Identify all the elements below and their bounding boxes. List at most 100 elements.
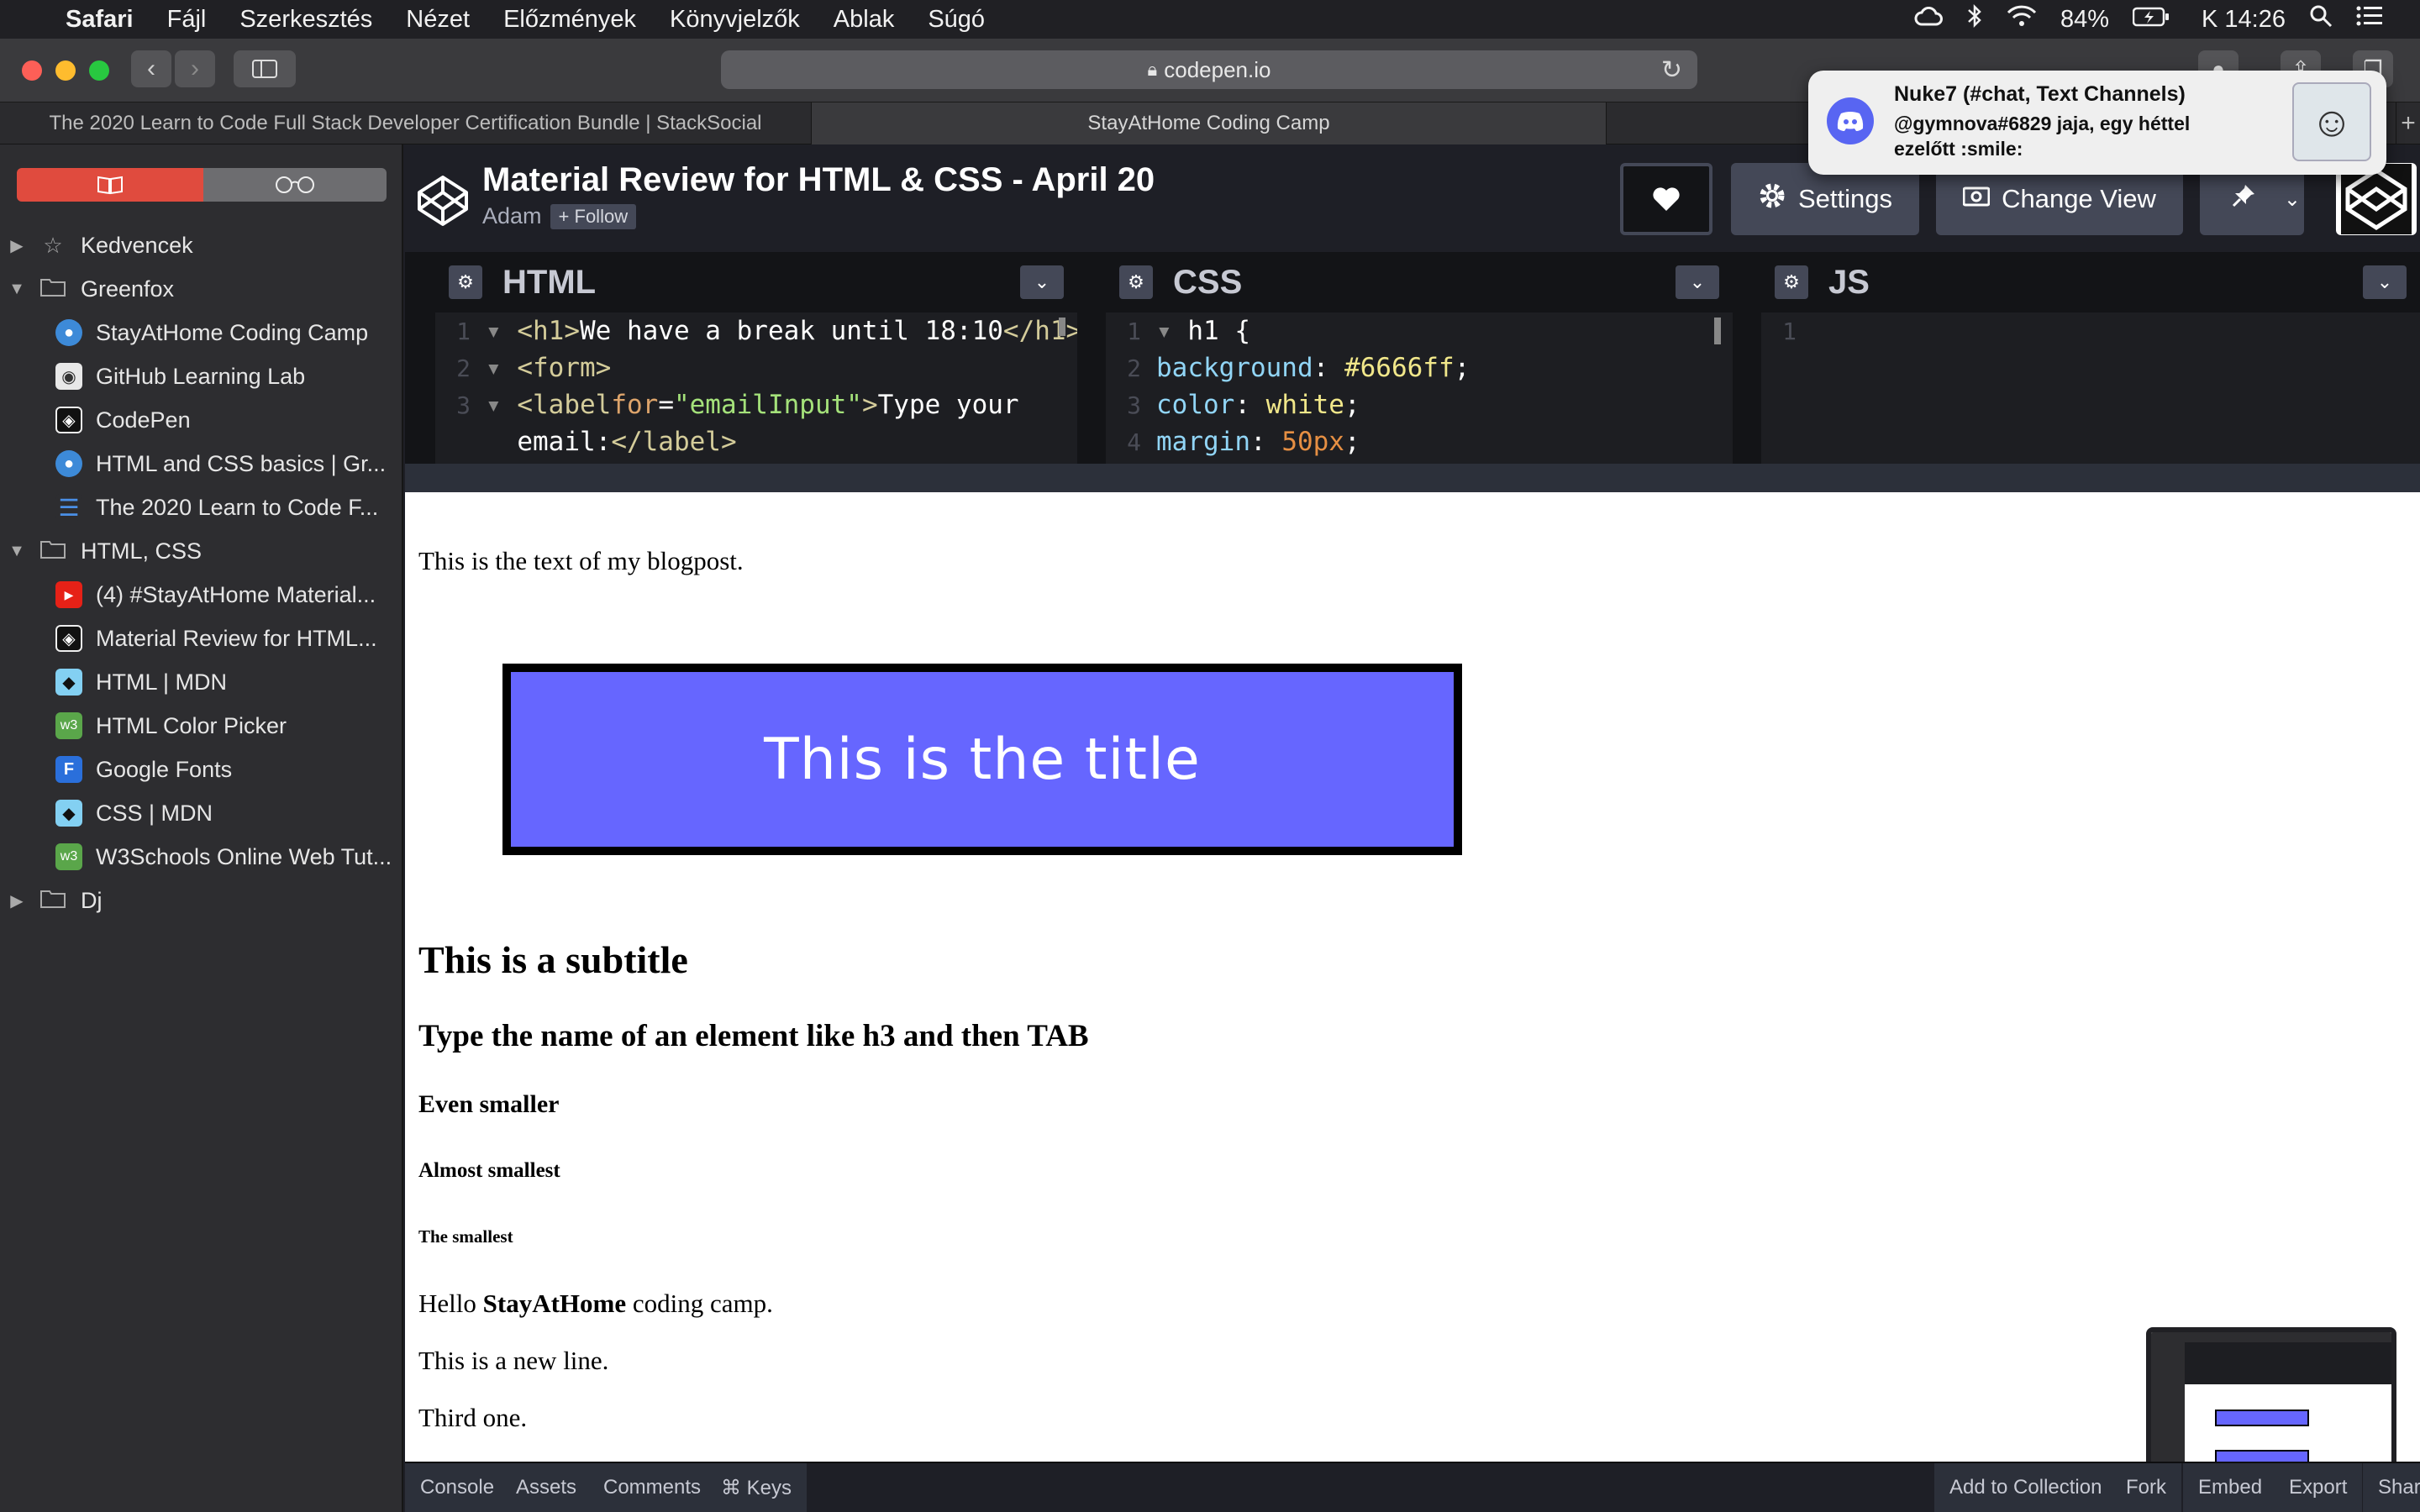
menu-help[interactable]: Súgó (928, 6, 985, 34)
js-settings-gear-icon[interactable]: ⚙ (1775, 265, 1808, 299)
sidebar-item-label: Material Review for HTML... (96, 625, 377, 651)
comments-button[interactable]: Comments (588, 1463, 718, 1512)
minimize-window-button[interactable] (55, 60, 76, 81)
address-bar[interactable]: 🔒︎ codepen.io ↻ (721, 50, 1697, 89)
sidebar-group-html-css[interactable]: ▼ HTML, CSS (0, 529, 202, 573)
hello-bold-text: StayAtHome (482, 1289, 627, 1318)
sidebar-item-youtube[interactable]: ▶ (4) #StayAtHome Material... (0, 573, 376, 617)
mdn-icon: ◆ (55, 669, 82, 696)
sidebar-item-label: W3Schools Online Web Tut... (96, 843, 392, 869)
menu-view[interactable]: Nézet (406, 6, 470, 34)
reading-list-tab[interactable] (203, 168, 387, 202)
html-panel-title: HTML (502, 263, 597, 301)
gear-icon (1758, 181, 1786, 217)
sidebar-item-css-mdn[interactable]: ◆ CSS | MDN (0, 791, 213, 835)
bookmarks-tab[interactable] (17, 168, 203, 202)
css-code[interactable]: 1 ▾ h1 { 2 background: #6666ff; 3 color: … (1106, 312, 1733, 464)
chevron-down-icon[interactable]: ⌄ (2284, 187, 2301, 212)
sidebar-item-material-review[interactable]: ◈ Material Review for HTML... (0, 617, 377, 660)
sidebar-item-color-picker[interactable]: w3 HTML Color Picker (0, 704, 287, 748)
zoom-window-button[interactable] (89, 60, 109, 81)
avatar: ☺ (2292, 82, 2371, 161)
notification-center-icon[interactable] (2356, 5, 2383, 34)
menu-window[interactable]: Ablak (834, 6, 895, 34)
youtube-icon: ▶ (55, 581, 82, 608)
sidebar-item-learn-to-code[interactable]: ☰ The 2020 Learn to Code F... (0, 486, 378, 529)
sidebar-group-label: HTML, CSS (81, 538, 203, 564)
share-button[interactable]: Share (2363, 1463, 2420, 1512)
sidebar-item-html-css-basics[interactable]: ● HTML and CSS basics | Gr... (0, 442, 386, 486)
codepen-icon: ◈ (55, 407, 82, 433)
sidebar-group-greenfox[interactable]: ▼ Greenfox (0, 267, 174, 311)
resize-bar[interactable] (405, 464, 2420, 492)
sidebar-item-w3schools[interactable]: w3 W3Schools Online Web Tut... (0, 835, 392, 879)
change-view-label: Change View (2002, 184, 2156, 213)
html-scrollbar[interactable] (1059, 318, 1065, 336)
fork-button[interactable]: Fork (2111, 1463, 2183, 1512)
tab-label: The 2020 Learn to Code Full Stack Develo… (49, 112, 762, 134)
sidebar-item-codepen[interactable]: ◈ CodePen (0, 398, 191, 442)
chevron-down-icon[interactable]: ⌄ (1676, 265, 1719, 299)
codepen-logo-icon[interactable] (415, 173, 471, 228)
globe-icon: ● (55, 450, 82, 477)
wifi-icon[interactable] (2007, 5, 2037, 34)
sidebar-item-google-fonts[interactable]: F Google Fonts (0, 748, 232, 791)
sidebar-item-label: HTML and CSS basics | Gr... (96, 450, 387, 476)
creative-cloud-icon[interactable] (1914, 6, 1943, 34)
menu-file[interactable]: Fájl (167, 6, 207, 34)
pen-author: Adam + Follow (482, 203, 637, 229)
w3schools-icon: w3 (55, 712, 82, 739)
tab-stacksocial[interactable]: The 2020 Learn to Code Full Stack Develo… (0, 102, 812, 144)
js-code[interactable]: 1 (1761, 312, 2420, 464)
console-button[interactable]: Console (405, 1463, 512, 1512)
sidebar-item-github-learning-lab[interactable]: ◉ GitHub Learning Lab (0, 354, 305, 398)
discord-notification[interactable]: Nuke7 (#chat, Text Channels) @gymnova#68… (1808, 71, 2386, 175)
sidebar-group-dj[interactable]: ▶ Dj (0, 879, 103, 922)
css-scrollbar[interactable] (1714, 318, 1721, 344)
sidebar-group-favorites[interactable]: ▶ ☆ Kedvencek (0, 223, 192, 267)
chevron-down-icon[interactable]: ⌄ (1020, 265, 1064, 299)
menu-history[interactable]: Előzmények (503, 6, 636, 34)
globe-icon: ● (55, 319, 82, 346)
like-button[interactable] (1620, 163, 1712, 235)
forward-button[interactable]: › (175, 50, 215, 87)
reload-icon[interactable]: ↻ (1661, 55, 1682, 85)
add-to-collection-button[interactable]: Add to Collection (1934, 1463, 2119, 1512)
tab-stayathome[interactable]: StayAtHome Coding Camp (812, 102, 1607, 144)
back-button[interactable]: ‹ (131, 50, 171, 87)
star-icon: ☆ (43, 232, 63, 258)
html-settings-gear-icon[interactable]: ⚙ (449, 265, 482, 299)
chevron-down-icon[interactable]: ⌄ (2363, 265, 2407, 299)
sidebar-group-label: Dj (81, 887, 103, 913)
sidebar-toggle-button[interactable] (234, 50, 296, 87)
sidebar-item-html-mdn[interactable]: ◆ HTML | MDN (0, 660, 227, 704)
close-window-button[interactable] (22, 60, 42, 81)
folder-icon (39, 276, 67, 302)
new-tab-button[interactable]: + (2396, 102, 2420, 144)
pen-title[interactable]: Material Review for HTML & CSS - April 2… (482, 161, 1155, 199)
html-code[interactable]: 1 ▾ <h1> We have a break until 18:10 </h1> … (435, 312, 1077, 464)
follow-button[interactable]: + Follow (550, 203, 637, 229)
preview-h5: Almost smallest (418, 1159, 560, 1182)
clock[interactable]: K 14:26 (2202, 6, 2286, 34)
author-name[interactable]: Adam (482, 203, 542, 229)
sidebar-item-label: StayAtHome Coding Camp (96, 319, 369, 345)
menu-app-name[interactable]: Safari (66, 6, 134, 34)
preview-h6: The smallest (418, 1226, 513, 1247)
assets-button[interactable]: Assets (501, 1463, 594, 1512)
folder-icon (39, 888, 67, 914)
spotlight-search-icon[interactable] (2309, 4, 2333, 34)
battery-icon[interactable] (2132, 6, 2170, 34)
menu-edit[interactable]: Szerkesztés (239, 6, 372, 34)
lock-icon: 🔒︎ (1147, 59, 1158, 80)
menu-bookmarks[interactable]: Könyvjelzők (670, 6, 800, 34)
keys-button[interactable]: ⌘ Keys (706, 1463, 809, 1512)
embed-button[interactable]: Embed (2183, 1463, 2280, 1512)
export-button[interactable]: Export (2274, 1463, 2365, 1512)
css-settings-gear-icon[interactable]: ⚙ (1119, 265, 1153, 299)
sidebar-item-label: The 2020 Learn to Code F... (96, 494, 379, 520)
disclosure-down-icon: ▼ (8, 541, 25, 560)
sidebar-group-label: Greenfox (81, 276, 175, 302)
sidebar-item-stayathome[interactable]: ● StayAtHome Coding Camp (0, 311, 368, 354)
bluetooth-icon[interactable] (1966, 3, 1983, 35)
